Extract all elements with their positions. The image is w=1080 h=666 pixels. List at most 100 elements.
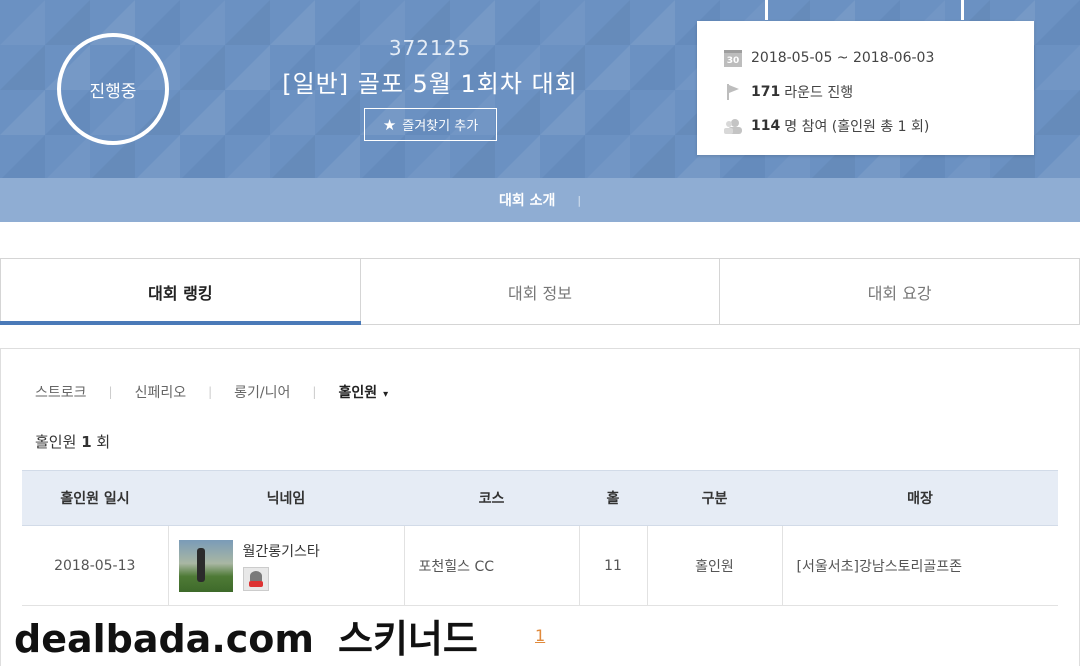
table-header-row: 홀인원 일시 닉네임 코스 홀 구분 매장 [22, 470, 1058, 526]
rounds-row: 171 라운드 진행 [723, 75, 1034, 109]
hero-texture-triangle [630, 90, 675, 135]
hero-divider [961, 0, 964, 20]
add-favorite-button[interactable]: ★ 즐겨찾기 추가 [364, 108, 497, 141]
hero-texture-triangle [1035, 45, 1080, 90]
filter-hole-in-one[interactable]: 홀인원 ▾ [338, 382, 388, 402]
rounds-label: 라운드 진행 [784, 85, 854, 101]
watermark-site: dealbada.com [14, 617, 314, 661]
pagination-page-1[interactable]: 1 [535, 626, 545, 645]
hero-texture-triangle [405, 135, 450, 178]
golfer-badge-icon [242, 566, 269, 591]
hero-texture-triangle [585, 0, 630, 45]
filter-new-perio[interactable]: 신페리오 [135, 382, 187, 402]
nickname-cell-content: 월간롱기스타 [169, 539, 404, 592]
competition-tabs: 대회 랭킹 대회 정보 대회 요강 [0, 258, 1080, 325]
flag-icon [723, 83, 743, 101]
competition-subnav: 대회 소개 | [0, 178, 1080, 222]
add-favorite-label: 즐겨찾기 추가 [402, 119, 479, 134]
hero-texture-triangle [225, 0, 270, 45]
hero-texture-triangle [270, 135, 315, 178]
hole-in-one-summary: 홀인원 1 회 [35, 431, 110, 452]
ranking-filters: 스트로크 | 신페리오 | 롱기/니어 | 홀인원 ▾ [35, 382, 388, 402]
caret-down-icon: ▾ [383, 389, 389, 400]
tab-info[interactable]: 대회 정보 [361, 259, 721, 324]
participants-label: 명 참여 (홀인원 총 1 회) [784, 119, 930, 135]
hero-texture-triangle [225, 135, 270, 178]
filter-separator: | [108, 385, 113, 399]
calendar-icon: 30 [723, 49, 743, 67]
watermark: dealbada.com 스키너드 [14, 608, 478, 663]
column-header: 코스 [404, 470, 579, 526]
competition-id: 372125 [388, 36, 472, 60]
hero-texture-triangle [0, 45, 45, 90]
column-header: 닉네임 [168, 470, 404, 526]
date-range: 2018-05-05 ~ 2018-06-03 [751, 50, 935, 66]
hero-texture-triangle [0, 90, 45, 135]
filter-separator: | [208, 385, 213, 399]
subnav-separator: | [577, 193, 582, 207]
hero-texture-triangle [630, 135, 675, 178]
hole-in-one-summary-unit: 회 [96, 433, 111, 451]
cell-hole: 11 [579, 525, 648, 606]
hero-texture-triangle [540, 135, 585, 178]
participants-count: 114 [751, 118, 781, 134]
hero-texture-triangle [450, 135, 495, 178]
table-row: 2018-05-13 월간롱기스타 포천힐스 CC 11 홀인원 [서울서초]강… [22, 525, 1058, 606]
hero-texture-triangle [585, 135, 630, 178]
hero-texture-triangle [270, 0, 315, 45]
star-icon: ★ [382, 115, 397, 134]
hole-in-one-table: 홀인원 일시 닉네임 코스 홀 구분 매장 2018-05-13 월간롱기스타 … [22, 470, 1058, 606]
cell-type: 홀인원 [647, 525, 783, 606]
cell-course: 포천힐스 CC [404, 525, 580, 606]
cell-date: 2018-05-13 [22, 525, 169, 606]
hero-texture-triangle [135, 135, 180, 178]
participants-row: 114 명 참여 (홀인원 총 1 회) [723, 109, 1034, 143]
hero-texture-triangle [1035, 135, 1080, 178]
hero-texture-triangle [180, 135, 225, 178]
avatar[interactable] [178, 539, 233, 592]
hero-texture-triangle [135, 0, 180, 45]
hero-texture-triangle [0, 0, 45, 45]
hero-texture-triangle [1035, 90, 1080, 135]
hero-texture-triangle [540, 0, 585, 45]
hero-texture-triangle [360, 135, 405, 178]
nickname[interactable]: 월간롱기스타 [243, 541, 320, 561]
hero-texture-triangle [45, 135, 90, 178]
filter-stroke[interactable]: 스트로크 [35, 382, 87, 402]
hero-texture-triangle [180, 0, 225, 45]
cell-store: [서울서초]강남스토리골프존 [782, 525, 1058, 606]
cell-nickname: 월간롱기스타 [168, 525, 405, 606]
competition-info-card: 30 2018-05-05 ~ 2018-06-03 171 라운드 진행 11… [697, 21, 1034, 155]
hero-texture-triangle [495, 135, 540, 178]
rounds-count: 171 [751, 84, 781, 100]
hero-texture-triangle [1035, 0, 1080, 45]
filter-separator: | [312, 385, 317, 399]
hero-texture-triangle [0, 135, 45, 178]
subnav-intro-link[interactable]: 대회 소개 [499, 190, 555, 210]
hole-in-one-summary-label: 홀인원 [35, 433, 77, 451]
hero-texture-triangle [315, 135, 360, 178]
watermark-user: 스키너드 [338, 617, 478, 661]
column-header: 홀인원 일시 [22, 470, 168, 526]
competition-title: [일반] 골포 5월 1회차 대회 [282, 70, 578, 98]
filter-longest-nearest[interactable]: 롱기/니어 [234, 382, 290, 402]
hole-in-one-summary-count: 1 [81, 433, 92, 451]
column-header: 구분 [647, 470, 782, 526]
nickname-block: 월간롱기스타 [242, 541, 320, 591]
column-header: 매장 [782, 470, 1058, 526]
hero-texture-triangle [45, 0, 90, 45]
column-header: 홀 [579, 470, 647, 526]
hero-texture-triangle [180, 45, 225, 90]
tab-ranking[interactable]: 대회 랭킹 [0, 259, 361, 325]
hero-divider [765, 0, 768, 20]
date-range-row: 30 2018-05-05 ~ 2018-06-03 [723, 41, 1034, 75]
tab-guidelines[interactable]: 대회 요강 [720, 259, 1080, 324]
competition-hero: 진행중 372125 [일반] 골포 5월 1회차 대회 ★ 즐겨찾기 추가 3… [0, 0, 1080, 178]
hero-texture-triangle [630, 0, 675, 45]
status-badge: 진행중 [57, 33, 169, 145]
people-icon [723, 117, 743, 135]
filter-hole-in-one-label: 홀인원 [338, 385, 378, 401]
hero-texture-triangle [180, 90, 225, 135]
hero-texture-triangle [630, 45, 675, 90]
status-label: 진행중 [89, 81, 137, 102]
